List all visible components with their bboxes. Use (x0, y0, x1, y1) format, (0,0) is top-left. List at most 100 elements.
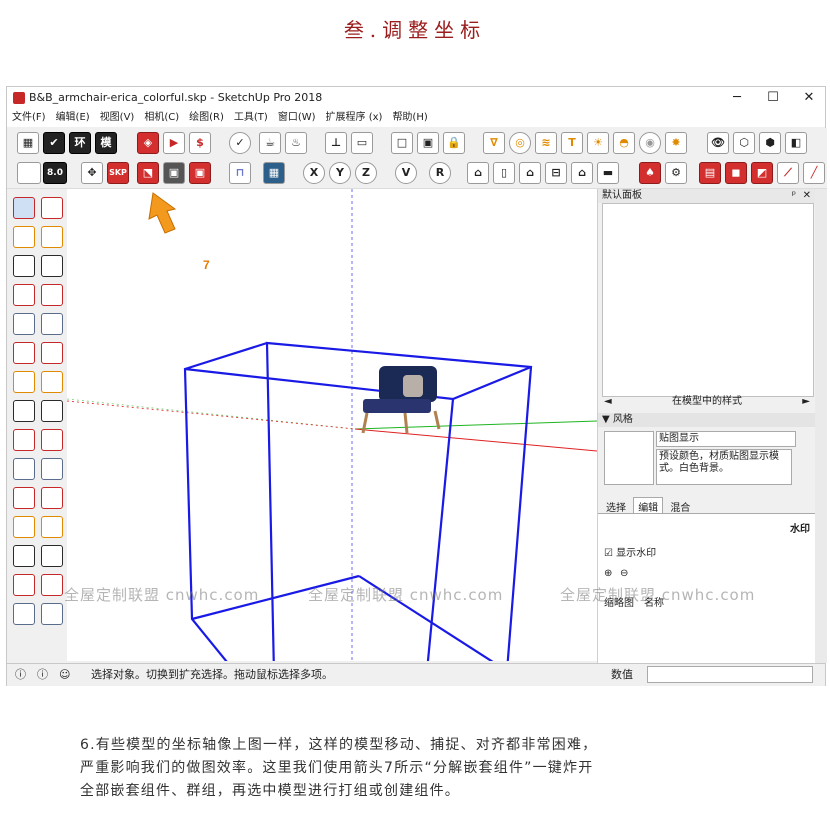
explode-nested-components-icon[interactable]: ⬔ (137, 162, 159, 184)
rotate-x-button[interactable]: X (303, 162, 325, 184)
teapot-outline-icon[interactable]: ♨ (285, 132, 307, 154)
panel-scrollbar[interactable] (815, 189, 827, 663)
minimize-button[interactable]: ─ (719, 87, 755, 109)
house-iso-icon[interactable]: ⌂ (467, 162, 489, 184)
text-tool-icon[interactable] (41, 458, 63, 480)
menu-extensions[interactable]: 扩展程序 (x) (321, 109, 388, 127)
select-tool-icon[interactable] (13, 197, 35, 219)
style-section-header[interactable]: ▼ 风格 (598, 413, 816, 427)
line-tool-icon[interactable] (13, 255, 35, 277)
plugin-huan-icon[interactable]: 环 (69, 132, 91, 154)
lock-icon[interactable]: 🔒 (443, 132, 465, 154)
collapse-icon[interactable]: ▼ (602, 414, 613, 425)
zoom-tool-icon[interactable] (13, 574, 35, 596)
grid-icon[interactable]: ▦ (17, 132, 39, 154)
wall-icon[interactable]: ▯ (493, 162, 515, 184)
skp-export-button[interactable]: SKP (107, 162, 129, 184)
component-box-icon[interactable]: ▣ (163, 162, 185, 184)
validate-icon[interactable]: ✓ (229, 132, 251, 154)
style-description[interactable]: 预设颜色，材质贴图显示模式。白色背景。 (656, 449, 792, 485)
circle-tool-icon[interactable] (13, 313, 35, 335)
nav-back-icon[interactable]: ◄ (604, 395, 612, 409)
zoom-window-tool-icon[interactable] (41, 574, 63, 596)
stack-icon[interactable]: ≋ (535, 132, 557, 154)
info-icon[interactable]: ⓘ (15, 664, 26, 686)
version-badge[interactable]: 8.0 (43, 162, 67, 184)
rotate-tool-icon[interactable] (41, 400, 63, 422)
cube-icon[interactable]: ⬢ (759, 132, 781, 154)
orbit-tool-icon[interactable] (13, 545, 35, 567)
cube-side-icon[interactable]: ◧ (785, 132, 807, 154)
menu-tools[interactable]: 工具(T) (229, 109, 273, 127)
sphere-icon[interactable]: ◉ (639, 132, 661, 154)
measurements-input[interactable] (647, 666, 813, 683)
menu-help[interactable]: 帮助(H) (387, 109, 432, 127)
cube-wire-icon[interactable]: ⬡ (733, 132, 755, 154)
menu-view[interactable]: 视图(V) (95, 109, 140, 127)
eraser-tool-icon[interactable] (41, 226, 63, 248)
frame-copy-icon[interactable]: ▣ (417, 132, 439, 154)
frame-icon[interactable]: □ (391, 132, 413, 154)
image-icon[interactable]: ▦ (263, 162, 285, 184)
dimension-tool-icon[interactable] (41, 487, 63, 509)
settings-gear-icon[interactable]: ⚙ (665, 162, 687, 184)
menu-window[interactable]: 窗口(W) (273, 109, 321, 127)
move-arrows-icon[interactable]: ✥ (81, 162, 103, 184)
close-button[interactable]: ✕ (791, 87, 827, 109)
show-watermark-checkbox[interactable]: ☑ 显示水印 (604, 544, 656, 559)
layers-icon[interactable]: ◈ (137, 132, 159, 154)
paint-tool-icon[interactable] (13, 226, 35, 248)
teapot-icon[interactable]: ☕ (259, 132, 281, 154)
brush-icon[interactable]: ♠ (639, 162, 661, 184)
cabinet-icon[interactable]: ▬ (597, 162, 619, 184)
target-icon[interactable]: ◎ (509, 132, 531, 154)
export-icon[interactable]: ▶ (163, 132, 185, 154)
paint-red-icon[interactable]: ◼ (725, 162, 747, 184)
line-tool-icon[interactable]: ╱ (803, 162, 825, 184)
plugin-mo-icon[interactable]: 模 (95, 132, 117, 154)
polygon-tool-icon[interactable] (41, 313, 63, 335)
style-thumbnail[interactable] (604, 431, 654, 485)
user-icon[interactable]: ☺ (59, 664, 70, 686)
3d-text-tool-icon[interactable] (41, 516, 63, 538)
window-frame-icon[interactable]: ▭ (351, 132, 373, 154)
table-icon[interactable]: T (561, 132, 583, 154)
menu-file[interactable]: 文件(F) (7, 109, 51, 127)
walk-tool-icon[interactable] (41, 603, 63, 625)
rotate-y-button[interactable]: Y (329, 162, 351, 184)
door-icon[interactable]: ⊟ (545, 162, 567, 184)
house-icon[interactable]: ⌂ (519, 162, 541, 184)
sun-icon[interactable]: ☀ (587, 132, 609, 154)
axes-tool-icon[interactable] (13, 516, 35, 538)
pin-icon[interactable]: ᵖ (792, 189, 796, 203)
price-list-icon[interactable]: $ (189, 132, 211, 154)
freehand-tool-icon[interactable] (41, 255, 63, 277)
arc-tool-icon[interactable] (13, 342, 35, 364)
followme-tool-icon[interactable] (41, 371, 63, 393)
dome-icon[interactable]: ◓ (613, 132, 635, 154)
knife-icon[interactable]: ⟋ (777, 162, 799, 184)
eye-icon[interactable]: 👁 (707, 132, 729, 154)
style-name-field[interactable]: 贴图显示 (656, 431, 796, 447)
add-watermark-icon[interactable]: ⊕ (604, 568, 612, 579)
new-file-icon[interactable] (17, 162, 41, 184)
pushpull-tool-icon[interactable] (13, 371, 35, 393)
check-icon[interactable]: ✔ (43, 132, 65, 154)
stamp-icon[interactable]: ▤ (699, 162, 721, 184)
maximize-button[interactable]: ☐ (755, 87, 791, 109)
home-outline-icon[interactable]: ⌂ (571, 162, 593, 184)
credit-icon[interactable]: ⓘ (37, 664, 48, 686)
tape-tool-icon[interactable] (13, 458, 35, 480)
component-red-box-icon[interactable]: ▣ (189, 162, 211, 184)
pan-tool-icon[interactable] (41, 545, 63, 567)
menu-edit[interactable]: 编辑(E) (51, 109, 95, 127)
tray-close-icon[interactable]: ✕ (803, 189, 811, 203)
cup-icon[interactable]: ∇ (483, 132, 505, 154)
light-icon[interactable]: ✸ (665, 132, 687, 154)
move-tool-icon[interactable] (13, 400, 35, 422)
scale-tool-icon[interactable] (13, 429, 35, 451)
offset-tool-icon[interactable] (41, 429, 63, 451)
rotate-r-button[interactable]: R (429, 162, 451, 184)
menu-camera[interactable]: 相机(C) (139, 109, 184, 127)
rotate-v-button[interactable]: V (395, 162, 417, 184)
